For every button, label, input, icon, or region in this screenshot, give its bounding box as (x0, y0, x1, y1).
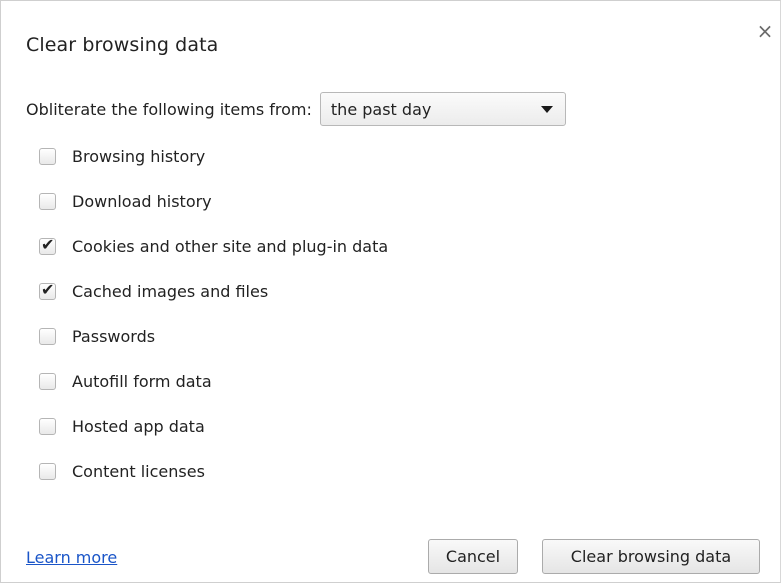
option-cookies[interactable]: ✔ Cookies and other site and plug-in dat… (39, 231, 388, 261)
obliterate-label: Obliterate the following items from: (26, 99, 312, 119)
time-range-value: the past day (330, 99, 432, 119)
option-label: Hosted app data (72, 416, 205, 436)
option-content-licenses[interactable]: Content licenses (39, 456, 205, 486)
checkbox[interactable] (39, 327, 56, 345)
option-download-history[interactable]: Download history (39, 186, 212, 216)
option-cached-images[interactable]: ✔ Cached images and files (39, 276, 268, 306)
option-browsing-history[interactable]: Browsing history (39, 141, 205, 171)
checkbox[interactable]: ✔ (39, 234, 56, 255)
option-label: Cached images and files (72, 281, 269, 301)
clear-browsing-data-button[interactable]: Clear browsing data (542, 539, 760, 574)
checkbox[interactable] (39, 417, 56, 435)
checkbox[interactable]: ✔ (39, 279, 56, 300)
check-icon: ✔ (41, 279, 55, 299)
option-label: Download history (72, 191, 212, 211)
option-label: Cookies and other site and plug-in data (72, 236, 389, 256)
option-label: Passwords (72, 326, 156, 346)
option-hosted-app-data[interactable]: Hosted app data (39, 411, 205, 441)
close-icon[interactable]: × (755, 21, 775, 41)
clear-browsing-data-dialog: Clear browsing data × Obliterate the fol… (0, 0, 781, 583)
obliterate-row: Obliterate the following items from: the… (26, 91, 566, 127)
checkbox[interactable] (39, 147, 56, 165)
time-range-select[interactable]: the past day (319, 92, 566, 126)
triangle-down-icon (540, 106, 553, 113)
option-label: Browsing history (72, 146, 206, 166)
option-passwords[interactable]: Passwords (39, 321, 155, 351)
check-icon: ✔ (41, 234, 55, 254)
option-label: Autofill form data (72, 371, 212, 391)
checkbox[interactable] (39, 462, 56, 480)
option-label: Content licenses (72, 461, 205, 481)
checkbox[interactable] (39, 372, 56, 390)
option-autofill[interactable]: Autofill form data (39, 366, 212, 396)
learn-more-link[interactable]: Learn more (26, 548, 117, 567)
checkbox[interactable] (39, 192, 56, 210)
dialog-title: Clear browsing data (26, 34, 219, 56)
cancel-button[interactable]: Cancel (428, 539, 518, 574)
